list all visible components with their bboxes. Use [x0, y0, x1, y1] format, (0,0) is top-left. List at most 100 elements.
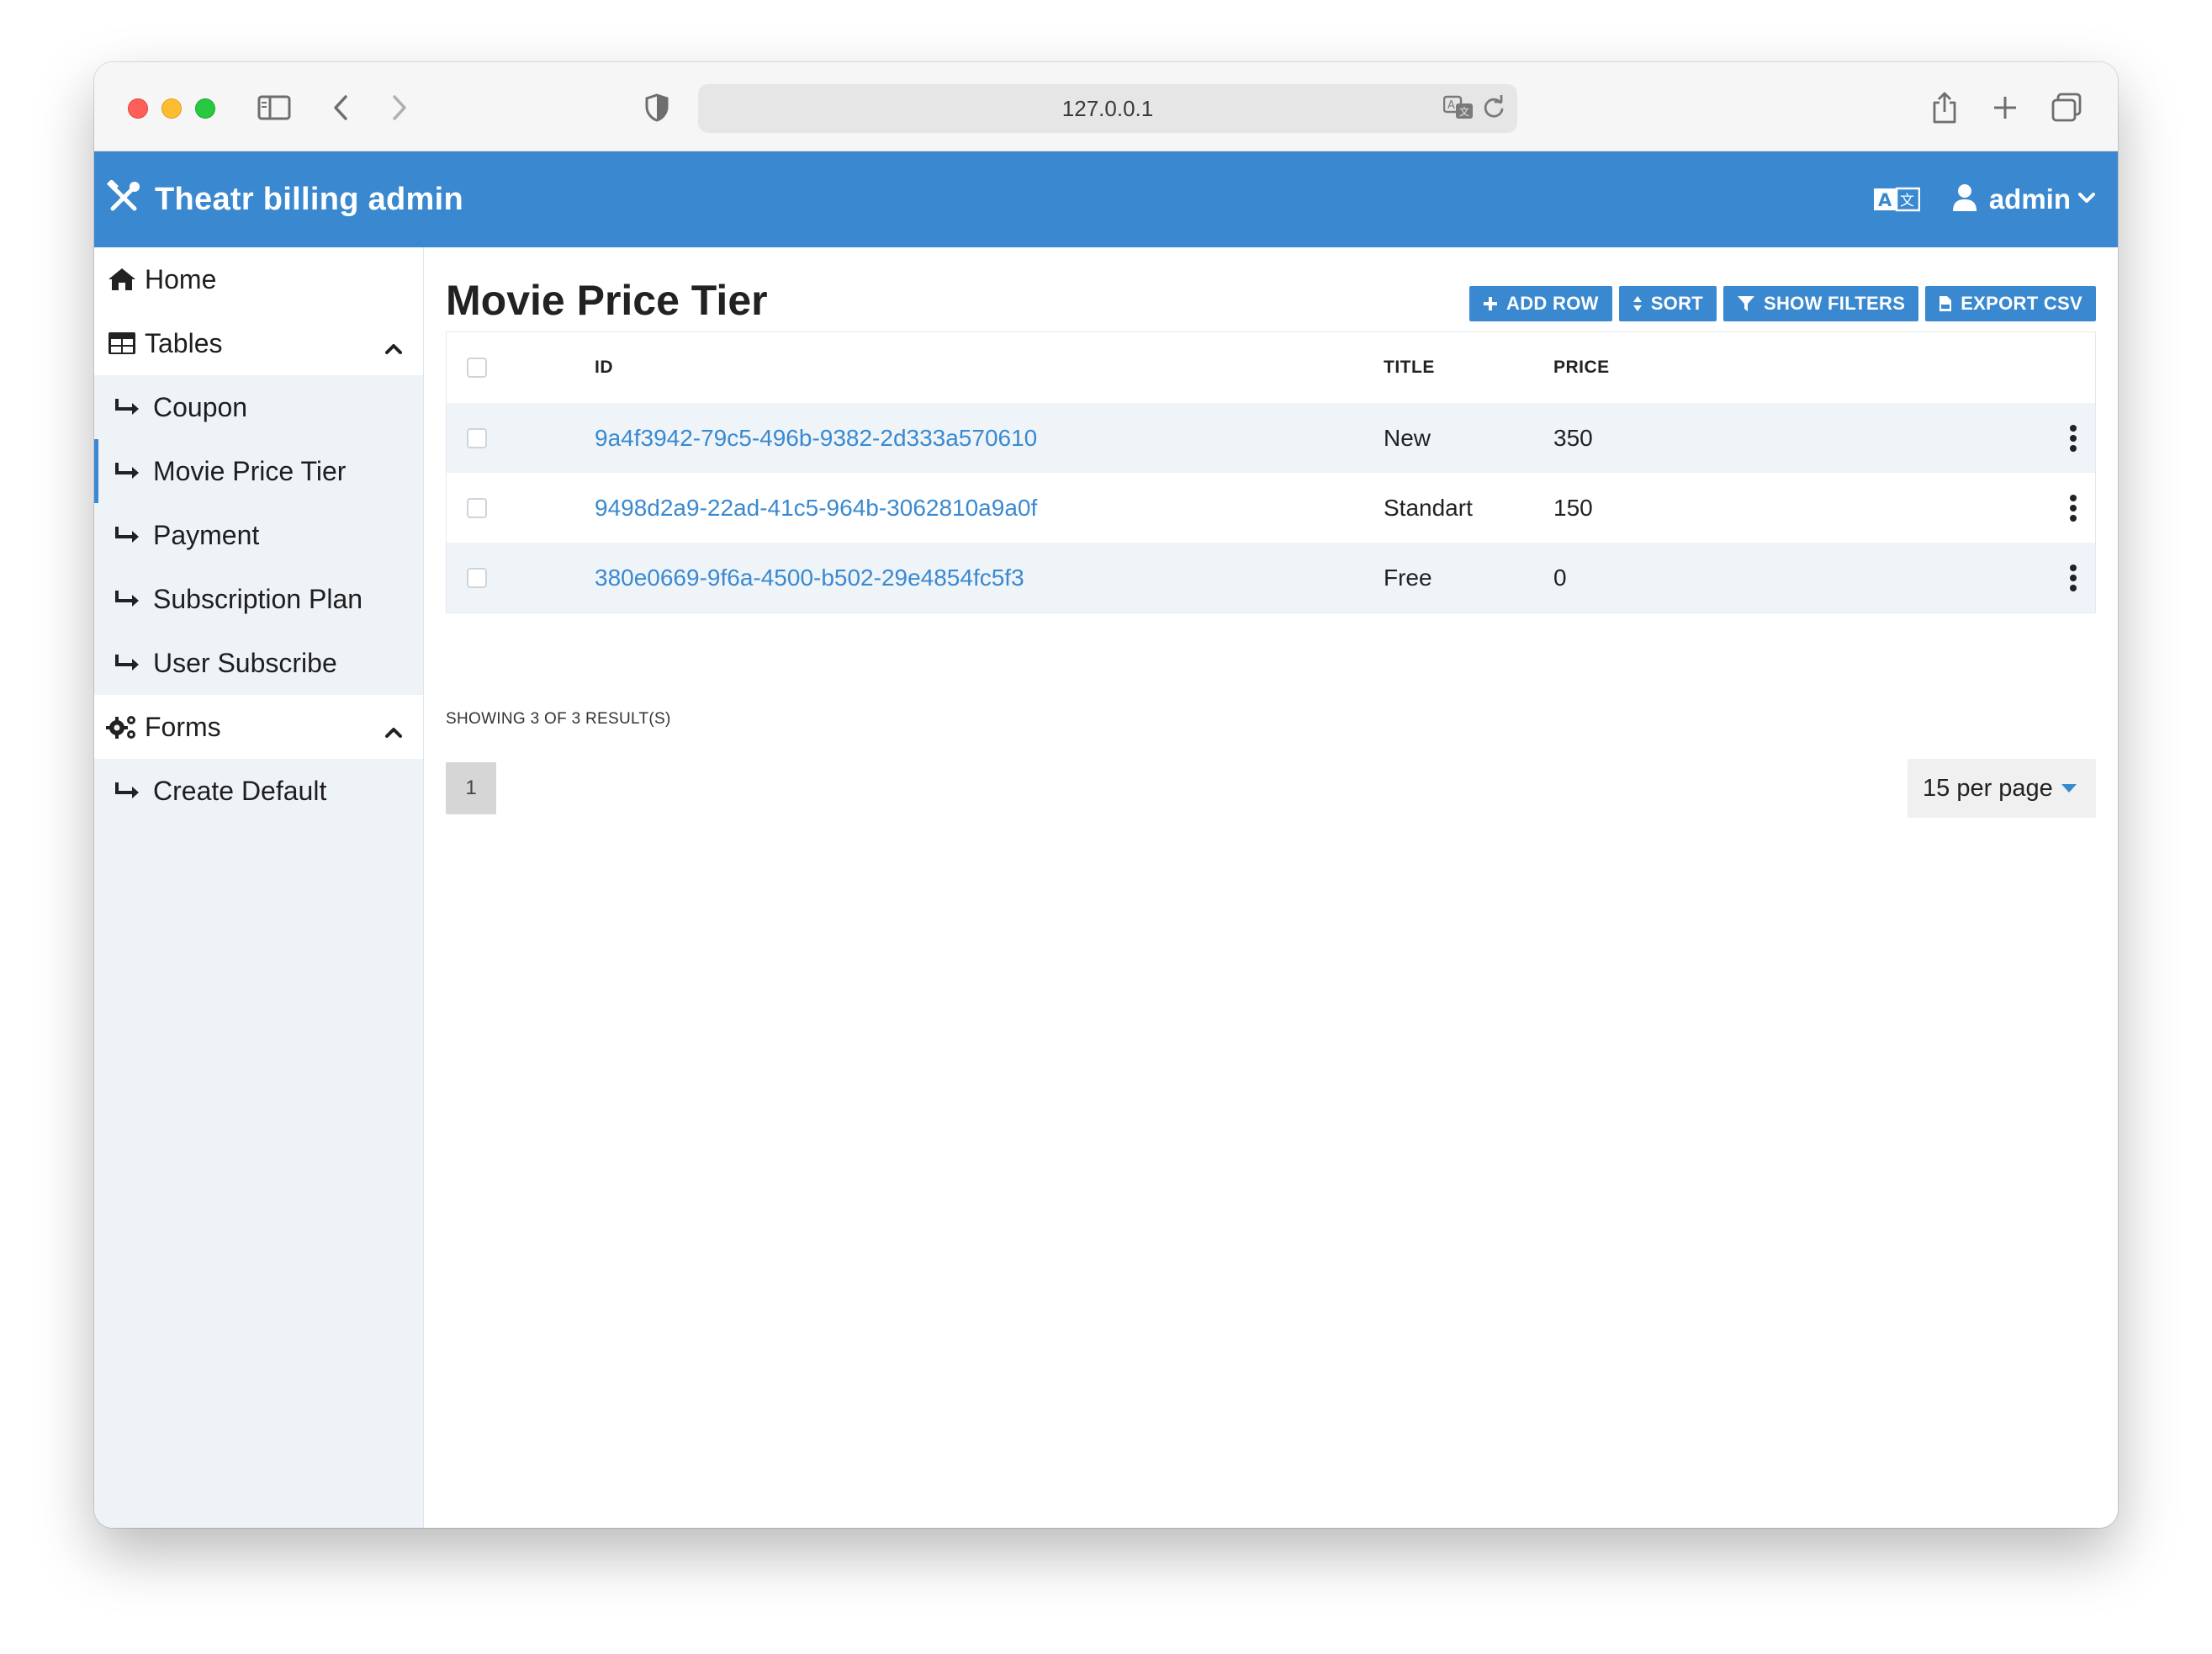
main-content: Movie Price Tier ADD ROW SORT SHOW FILTE…	[424, 247, 2118, 1528]
column-header-price[interactable]: PRICE	[1553, 358, 1610, 378]
chevron-down-icon	[2077, 191, 2096, 209]
row-id-link[interactable]: 9498d2a9-22ad-41c5-964b-3062810a9a0f	[595, 495, 1037, 522]
table-row: 9498d2a9-22ad-41c5-964b-3062810a9a0f Sta…	[447, 473, 2095, 543]
privacy-shield-icon[interactable]	[644, 91, 669, 125]
user-menu-button[interactable]: admin	[1952, 183, 2096, 216]
svg-text:文: 文	[1459, 105, 1469, 118]
svg-text:文: 文	[1900, 193, 1914, 209]
reload-icon[interactable]	[1482, 94, 1506, 125]
sidebar-item-create-default[interactable]: Create Default	[94, 759, 423, 823]
user-icon	[1952, 183, 1977, 216]
row-title: Free	[1384, 564, 1432, 591]
svg-text:A: A	[1878, 190, 1892, 210]
table-header-row: ID TITLE PRICE	[447, 332, 2095, 403]
address-bar[interactable]: 127.0.0.1 A文	[698, 84, 1517, 133]
select-all-checkbox[interactable]	[467, 358, 487, 378]
table-icon	[106, 331, 138, 355]
row-actions-menu-icon[interactable]	[2068, 424, 2078, 452]
browser-window: 127.0.0.1 A文 Theatr billing admin A 文 ad…	[94, 62, 2118, 1528]
sidebar-item-user-subscribe[interactable]: User Subscribe	[94, 631, 423, 695]
row-checkbox[interactable]	[467, 567, 487, 588]
sort-button[interactable]: SORT	[1618, 286, 1717, 321]
export-csv-button[interactable]: EXPORT CSV	[1925, 286, 2096, 321]
row-checkbox[interactable]	[467, 497, 487, 518]
sidebar-toggle-icon[interactable]	[257, 91, 291, 125]
sidebar-item-home[interactable]: Home	[94, 247, 423, 311]
level-down-arrow-icon	[111, 397, 143, 417]
sidebar-group-label: Tables	[145, 327, 223, 358]
add-row-label: ADD ROW	[1506, 293, 1599, 314]
tools-icon	[106, 178, 141, 220]
filter-icon	[1737, 295, 1755, 312]
sort-icon	[1633, 295, 1643, 312]
sidebar-item-label: Home	[145, 263, 217, 294]
browser-toolbar: 127.0.0.1 A文	[94, 62, 2118, 151]
table-row: 380e0669-9f6a-4500-b502-29e4854fc5f3 Fre…	[447, 543, 2095, 612]
csv-file-icon	[1939, 295, 1952, 312]
show-filters-label: SHOW FILTERS	[1764, 293, 1906, 314]
sidebar-item-payment[interactable]: Payment	[94, 503, 423, 567]
sidebar-item-label: Payment	[153, 519, 260, 550]
app-title: Theatr billing admin	[155, 181, 464, 217]
page-title: Movie Price Tier	[446, 277, 768, 324]
column-header-id[interactable]: ID	[595, 358, 613, 378]
export-csv-label: EXPORT CSV	[1961, 293, 2082, 314]
row-price: 150	[1553, 494, 1593, 521]
sidebar: Home Tables Coupon Movie Price Tier Paym…	[94, 247, 424, 1528]
add-row-button[interactable]: ADD ROW	[1469, 286, 1612, 321]
gears-icon	[106, 713, 138, 740]
sidebar-group-label: Forms	[145, 711, 221, 742]
level-down-arrow-icon	[111, 589, 143, 609]
data-table: ID TITLE PRICE 9a4f3942-79c5-496b-9382-2…	[446, 331, 2096, 613]
minimize-window-button[interactable]	[161, 98, 182, 119]
new-tab-icon[interactable]	[1992, 91, 2019, 125]
row-price: 350	[1553, 424, 1593, 451]
sidebar-item-label: Create Default	[153, 775, 327, 806]
language-button[interactable]: A文	[1873, 186, 1920, 213]
row-id-link[interactable]: 9a4f3942-79c5-496b-9382-2d333a570610	[595, 425, 1037, 452]
translate-icon[interactable]: A文	[1442, 95, 1475, 125]
row-checkbox[interactable]	[467, 427, 487, 448]
plus-icon	[1483, 296, 1498, 311]
column-header-title[interactable]: TITLE	[1384, 358, 1435, 378]
pagination-page-button[interactable]: 1	[446, 762, 496, 814]
sidebar-item-movie-price-tier[interactable]: Movie Price Tier	[94, 439, 423, 503]
back-icon[interactable]	[331, 91, 350, 125]
level-down-arrow-icon	[111, 781, 143, 801]
share-icon[interactable]	[1931, 91, 1958, 125]
user-name: admin	[1988, 183, 2071, 215]
sidebar-group-tables[interactable]: Tables	[94, 311, 423, 375]
home-icon	[106, 267, 138, 292]
row-actions-menu-icon[interactable]	[2068, 494, 2078, 522]
result-count: SHOWING 3 OF 3 RESULT(S)	[446, 710, 671, 728]
per-page-select[interactable]: 15 per page	[1908, 759, 2096, 818]
sidebar-group-forms[interactable]: Forms	[94, 695, 423, 759]
level-down-arrow-icon	[111, 525, 143, 545]
row-price: 0	[1553, 564, 1567, 591]
level-down-arrow-icon	[111, 653, 143, 673]
close-window-button[interactable]	[128, 98, 148, 119]
caret-down-icon	[2061, 784, 2077, 793]
level-down-arrow-icon	[111, 461, 143, 481]
row-actions-menu-icon[interactable]	[2068, 564, 2078, 591]
url-text: 127.0.0.1	[1061, 96, 1154, 121]
sidebar-item-coupon[interactable]: Coupon	[94, 375, 423, 439]
zoom-window-button[interactable]	[195, 98, 215, 119]
row-title: Standart	[1384, 494, 1473, 521]
forward-icon[interactable]	[390, 91, 409, 125]
sidebar-item-subscription-plan[interactable]: Subscription Plan	[94, 567, 423, 631]
sidebar-item-label: Subscription Plan	[153, 583, 363, 614]
table-row: 9a4f3942-79c5-496b-9382-2d333a570610 New…	[447, 403, 2095, 473]
tab-overview-icon[interactable]	[2051, 91, 2082, 125]
sidebar-item-label: Coupon	[153, 391, 248, 422]
chevron-up-icon[interactable]	[384, 715, 403, 746]
show-filters-button[interactable]: SHOW FILTERS	[1723, 286, 1919, 321]
sidebar-item-label: User Subscribe	[153, 647, 337, 678]
chevron-up-icon[interactable]	[384, 331, 403, 363]
sidebar-item-label: Movie Price Tier	[153, 455, 347, 486]
action-toolbar: ADD ROW SORT SHOW FILTERS EXPORT CSV	[1463, 286, 2096, 321]
app-brand[interactable]: Theatr billing admin	[106, 151, 463, 247]
row-title: New	[1384, 424, 1431, 451]
svg-text:A: A	[1447, 99, 1455, 112]
row-id-link[interactable]: 380e0669-9f6a-4500-b502-29e4854fc5f3	[595, 565, 1024, 591]
